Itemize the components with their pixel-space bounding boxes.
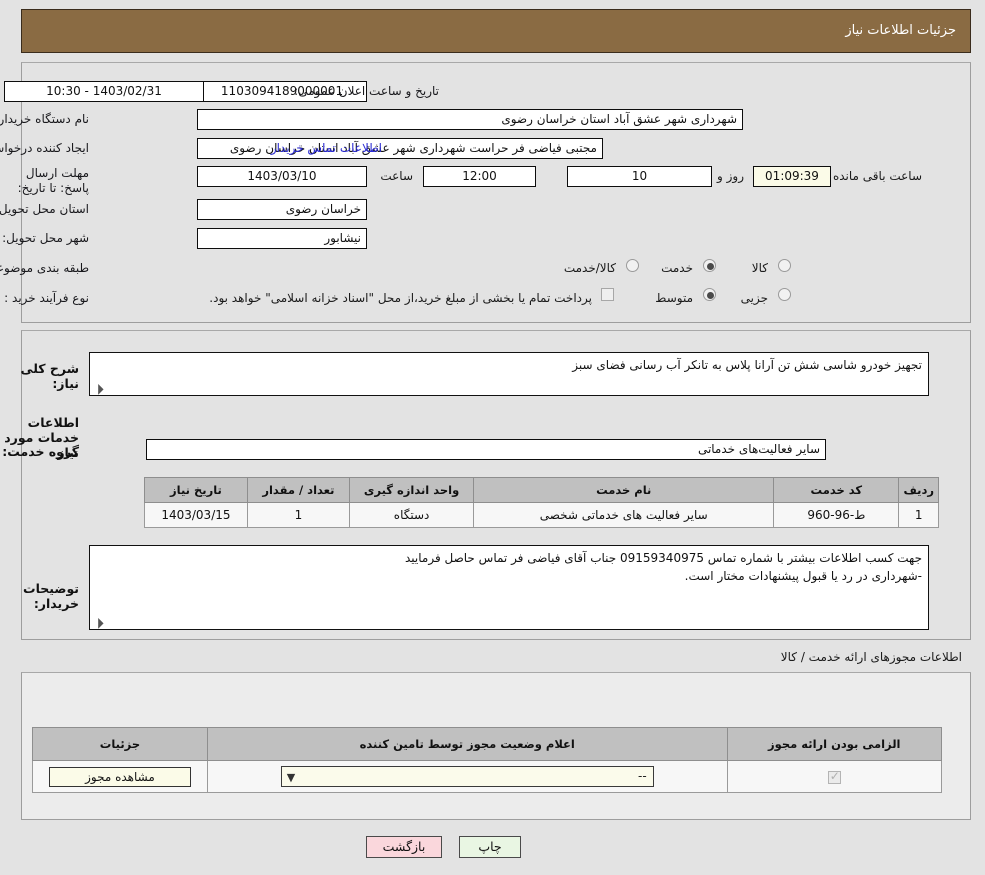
deadline-hour-value: 12:00	[424, 166, 537, 187]
announcement-datetime-label: تاریخ و ساعت اعلان عمومی:	[295, 84, 440, 98]
requester-value: مجتبی فیاضی فر حراست شهرداری شهر عشق آبا…	[198, 138, 604, 159]
back-button[interactable]: بازگشت	[367, 836, 443, 858]
th-unit: واحد اندازه گیری	[349, 477, 476, 503]
th-status: اعلام وضعیت مجوز توسط تامین کننده	[207, 727, 729, 761]
category-label: طبقه بندی موضوعی:	[0, 261, 90, 275]
cell-date: 1403/03/15	[145, 502, 249, 528]
process-type-label: نوع فرآیند خرید :	[5, 291, 90, 305]
view-permit-button[interactable]: مشاهده مجوز	[49, 766, 192, 787]
cell-details: مشاهده مجوز	[33, 760, 209, 793]
delivery-city-value: نیشابور	[198, 228, 368, 249]
delivery-province-value: خراسان رضوی	[198, 199, 368, 220]
table-row: -- ▼ مشاهده مجوز	[33, 760, 943, 793]
permits-table: الزامی بودن ارائه مجوز اعلام وضعیت مجوز …	[33, 727, 943, 793]
resize-grip-icon[interactable]: ◥	[91, 382, 106, 395]
service-group-label: گروه خدمت:	[3, 444, 80, 459]
permits-caption: اطلاعات مجوزهای ارائه خدمت / کالا	[781, 650, 963, 664]
days-remaining-value: 10	[568, 166, 713, 187]
treasury-docs-checkbox[interactable]	[602, 288, 615, 301]
general-description-value: تجهیز خودرو شاسی شش تن آرانا پلاس به تان…	[573, 358, 923, 372]
cell-code: ط-96-960	[774, 502, 901, 528]
th-details: جزئیات	[33, 727, 209, 761]
buyer-notes-line-1: جهت کسب اطلاعات بیشتر با شماره تماس 0915…	[405, 551, 923, 565]
hour-label: ساعت	[381, 169, 414, 183]
delivery-city-label: شهر محل تحویل:	[3, 231, 90, 245]
th-date: تاریخ نیاز	[145, 477, 249, 503]
permits-table-header-row: الزامی بودن ارائه مجوز اعلام وضعیت مجوز …	[33, 727, 943, 761]
deadline-label: مهلت ارسال پاسخ: تا تاریخ:	[18, 166, 90, 195]
th-code: کد خدمت	[774, 477, 901, 503]
th-row: ردیف	[899, 477, 940, 503]
permit-required-checkbox	[828, 769, 842, 784]
th-qty: تعداد / مقدار	[247, 477, 351, 503]
permit-status-value: --	[639, 769, 648, 783]
buyer-org-value: شهرداری شهر عشق آباد استان خراسان رضوی	[198, 109, 744, 130]
th-required: الزامی بودن ارائه مجوز	[727, 727, 943, 761]
radio-process-motavasset[interactable]	[704, 288, 717, 301]
table-row: 1 ط-96-960 سایر فعالیت های خدماتی شخصی د…	[145, 502, 940, 528]
services-table-header-row: ردیف کد خدمت نام خدمت واحد اندازه گیری ت…	[145, 477, 940, 503]
radio-process-motavasset-label: متوسط	[656, 291, 694, 305]
buyer-notes-label: توضیحات خریدار:	[24, 581, 80, 611]
services-table: ردیف کد خدمت نام خدمت واحد اندازه گیری ت…	[145, 477, 940, 528]
app-header: جزئیات اطلاعات نیاز	[22, 9, 972, 53]
radio-category-khedmat-label: خدمت	[662, 261, 694, 275]
radio-category-kala-khedmat-label: کالا/خدمت	[564, 261, 617, 275]
radio-process-jozei[interactable]	[779, 288, 792, 301]
announcement-datetime-value: 1403/02/31 - 10:30	[5, 81, 205, 102]
resize-grip-icon[interactable]: ◥	[91, 616, 106, 629]
th-name: نام خدمت	[474, 477, 776, 503]
cell-status: -- ▼	[207, 760, 729, 793]
page-root: AnaTender.net جزئیات اطلاعات نیاز شماره …	[0, 0, 985, 875]
print-button[interactable]: چاپ	[460, 836, 522, 858]
radio-category-kala-khedmat[interactable]	[627, 259, 640, 272]
cell-qty: 1	[247, 502, 351, 528]
countdown-suffix-label: ساعت باقی مانده	[833, 169, 923, 183]
general-description-textarea[interactable]: تجهیز خودرو شاسی شش تن آرانا پلاس به تان…	[90, 352, 930, 396]
cell-name: سایر فعالیت های خدماتی شخصی	[474, 502, 776, 528]
deadline-date-value: 1403/03/10	[198, 166, 368, 187]
radio-category-kala-label: کالا	[752, 261, 769, 275]
page-title: جزئیات اطلاعات نیاز	[846, 23, 957, 38]
treasury-docs-note: پرداخت تمام یا بخشی از مبلغ خرید،از محل …	[210, 291, 593, 305]
chevron-down-icon: ▼	[287, 771, 297, 784]
requester-label: ایجاد کننده درخواست:	[0, 141, 90, 155]
buyer-notes-textarea[interactable]: جهت کسب اطلاعات بیشتر با شماره تماس 0915…	[90, 545, 930, 630]
buyer-contact-link[interactable]: اطلاعات تماس خریدار	[272, 141, 383, 155]
general-description-label: شرح کلی نیاز:	[21, 361, 80, 391]
buyer-org-label: نام دستگاه خریدار:	[0, 112, 90, 126]
cell-required	[727, 760, 943, 793]
permit-status-select[interactable]: -- ▼	[281, 766, 655, 787]
delivery-province-label: استان محل تحویل:	[0, 202, 90, 216]
radio-category-kala[interactable]	[779, 259, 792, 272]
buyer-notes-line-2: -شهرداری در رد یا قبول پیشنهادات مختار ا…	[685, 569, 923, 583]
countdown-timer-value: 01:09:39	[754, 166, 832, 187]
radio-category-khedmat[interactable]	[704, 259, 717, 272]
service-group-value: سایر فعالیت‌های خدماتی	[147, 439, 827, 460]
radio-process-jozei-label: جزیی	[741, 291, 769, 305]
cell-row: 1	[899, 502, 940, 528]
days-suffix-label: روز و	[718, 169, 745, 183]
cell-unit: دستگاه	[349, 502, 476, 528]
